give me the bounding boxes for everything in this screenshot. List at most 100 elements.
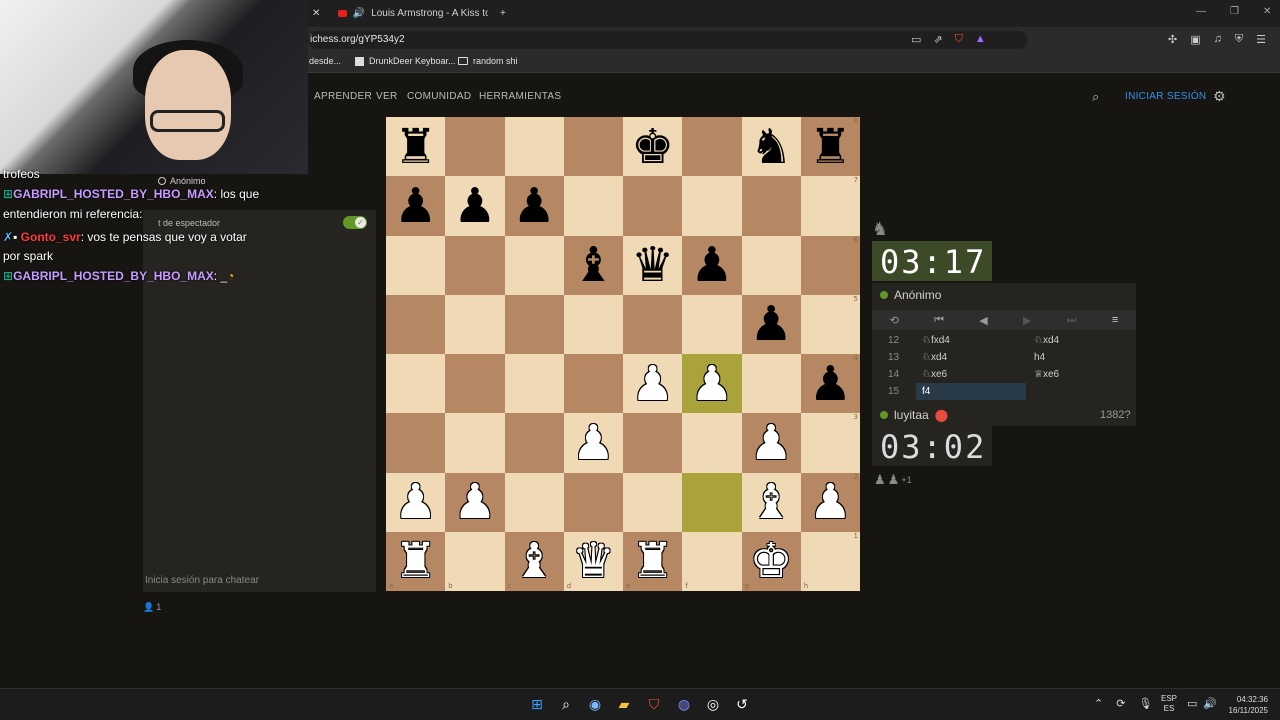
- window-close-icon[interactable]: ✕: [1263, 6, 1271, 17]
- square-d2[interactable]: [563, 472, 623, 532]
- square-f6[interactable]: ♟: [682, 235, 742, 295]
- white-pawn-icon[interactable]: ♟: [750, 419, 793, 467]
- square-a5[interactable]: [386, 294, 446, 354]
- url-text[interactable]: ichess.org/gYP534y2: [310, 34, 405, 45]
- sync-icon[interactable]: ⟳: [1116, 697, 1125, 710]
- square-f4[interactable]: ♟: [682, 354, 742, 414]
- square-d3[interactable]: ♟: [563, 413, 623, 473]
- search-icon[interactable]: ⌕: [557, 695, 575, 713]
- top-player[interactable]: Anónimo: [880, 288, 941, 302]
- square-a8[interactable]: ♜: [386, 117, 446, 177]
- nav-herramientas[interactable]: HERRAMIENTAS: [479, 91, 561, 102]
- square-e1[interactable]: ♜ e: [623, 531, 683, 591]
- chat-input[interactable]: Inicia sesión para chatear: [143, 575, 376, 592]
- square-e5[interactable]: [623, 294, 683, 354]
- square-g6[interactable]: [741, 235, 801, 295]
- square-c7[interactable]: ♟: [504, 176, 564, 236]
- settings-gear-icon[interactable]: ⚙: [1213, 88, 1226, 105]
- first-move-icon[interactable]: ⏮: [934, 314, 944, 327]
- nav-comunidad[interactable]: COMUNIDAD: [407, 91, 471, 102]
- square-h4[interactable]: ♟ 4: [800, 354, 860, 414]
- square-a1[interactable]: ♜ a: [386, 531, 446, 591]
- minimize-icon[interactable]: —: [1196, 6, 1206, 17]
- square-c6[interactable]: [504, 235, 564, 295]
- nav-aprender[interactable]: APRENDER: [314, 91, 372, 102]
- square-a3[interactable]: [386, 413, 446, 473]
- square-h3[interactable]: 3: [800, 413, 860, 473]
- square-e7[interactable]: [623, 176, 683, 236]
- square-d1[interactable]: ♛ d: [563, 531, 623, 591]
- sidebar-icon[interactable]: ▣: [1190, 33, 1200, 46]
- last-move-icon[interactable]: ⏭: [1067, 314, 1077, 327]
- square-d6[interactable]: ♝: [563, 235, 623, 295]
- square-a7[interactable]: ♟: [386, 176, 446, 236]
- spectator-toggle[interactable]: ✓: [343, 216, 367, 229]
- tray-overflow-icon[interactable]: ⌃: [1094, 697, 1103, 710]
- square-g3[interactable]: ♟: [741, 413, 801, 473]
- black-move[interactable]: h4: [1034, 349, 1045, 366]
- square-b2[interactable]: ♟: [445, 472, 505, 532]
- start-icon[interactable]: ⊞: [528, 695, 546, 713]
- square-f8[interactable]: [682, 117, 742, 177]
- white-move[interactable]: ♘xe6: [916, 366, 1026, 383]
- square-b3[interactable]: [445, 413, 505, 473]
- white-bishop-icon[interactable]: ♝: [750, 478, 793, 526]
- square-c4[interactable]: [504, 354, 564, 414]
- black-pawn-icon[interactable]: ♟: [394, 182, 437, 230]
- volume-icon[interactable]: 🔊: [1203, 697, 1217, 710]
- square-a2[interactable]: ♟: [386, 472, 446, 532]
- tab-close-icon[interactable]: ✕: [312, 4, 320, 22]
- square-h1[interactable]: 1h: [800, 531, 860, 591]
- square-e4[interactable]: ♟: [623, 354, 683, 414]
- white-queen-icon[interactable]: ♛: [572, 537, 615, 585]
- square-g5[interactable]: ♟: [741, 294, 801, 354]
- square-d7[interactable]: [563, 176, 623, 236]
- share-icon[interactable]: ⇗: [933, 33, 942, 46]
- square-g4[interactable]: [741, 354, 801, 414]
- white-king-icon[interactable]: ♚: [750, 537, 793, 585]
- square-h6[interactable]: 6: [800, 235, 860, 295]
- black-pawn-icon[interactable]: ♟: [750, 300, 793, 348]
- white-pawn-icon[interactable]: ♟: [690, 360, 733, 408]
- bookmark-folder[interactable]: random shi: [458, 56, 518, 66]
- new-tab-button[interactable]: +: [500, 4, 506, 22]
- square-a4[interactable]: [386, 354, 446, 414]
- square-f7[interactable]: [682, 176, 742, 236]
- white-rook-icon[interactable]: ♜: [394, 537, 437, 585]
- square-b8[interactable]: [445, 117, 505, 177]
- app-icon[interactable]: ↺: [733, 695, 751, 713]
- square-b6[interactable]: [445, 235, 505, 295]
- square-g7[interactable]: [741, 176, 801, 236]
- media-icon[interactable]: ♫: [1214, 33, 1222, 46]
- chessboard[interactable]: ♜ ♚ ♞ ♜ 8 ♟ ♟ ♟ 7 ♝ ♛ ♟ 6 ♟ 5 ♟ ♟ ♟ 4 ♟ ♟ 3 ♟ ♟ ♝ ♟ 2 ♜ a b ♝ c ♛ d ♜ e f ♚ g 1…: [386, 117, 860, 591]
- square-b1[interactable]: b: [445, 531, 505, 591]
- square-a6[interactable]: [386, 235, 446, 295]
- black-rook-icon[interactable]: ♜: [394, 123, 437, 171]
- obs-icon[interactable]: ◎: [704, 695, 722, 713]
- steam-icon[interactable]: ◉: [586, 695, 604, 713]
- square-h2[interactable]: ♟ 2: [800, 472, 860, 532]
- extensions-icon[interactable]: ✣: [1168, 33, 1177, 46]
- brave-shield-icon[interactable]: ⛉: [955, 33, 963, 46]
- square-h7[interactable]: 7: [800, 176, 860, 236]
- white-move[interactable]: ♘fxd4: [916, 332, 1026, 349]
- black-move[interactable]: ♘xd4: [1034, 332, 1059, 349]
- square-c3[interactable]: [504, 413, 564, 473]
- square-f5[interactable]: [682, 294, 742, 354]
- discord-icon[interactable]: ◍: [675, 695, 693, 713]
- nav-ver[interactable]: VER: [376, 91, 397, 102]
- square-e8[interactable]: ♚: [623, 117, 683, 177]
- black-queen-icon[interactable]: ♛: [631, 241, 674, 289]
- explorer-folder-icon[interactable]: ▰: [615, 695, 633, 713]
- brave-rewards-icon[interactable]: ▲: [975, 33, 986, 46]
- black-pawn-icon[interactable]: ♟: [690, 241, 733, 289]
- next-move-icon[interactable]: ▶: [1023, 314, 1031, 327]
- flip-board-icon[interactable]: ⟲: [890, 314, 899, 327]
- black-king-icon[interactable]: ♚: [631, 123, 674, 171]
- vpn-icon[interactable]: ⛨: [1235, 33, 1243, 46]
- square-e6[interactable]: ♛: [623, 235, 683, 295]
- white-pawn-icon[interactable]: ♟: [453, 478, 496, 526]
- white-move[interactable]: ♘xd4: [916, 349, 1026, 366]
- square-c8[interactable]: [504, 117, 564, 177]
- square-c2[interactable]: [504, 472, 564, 532]
